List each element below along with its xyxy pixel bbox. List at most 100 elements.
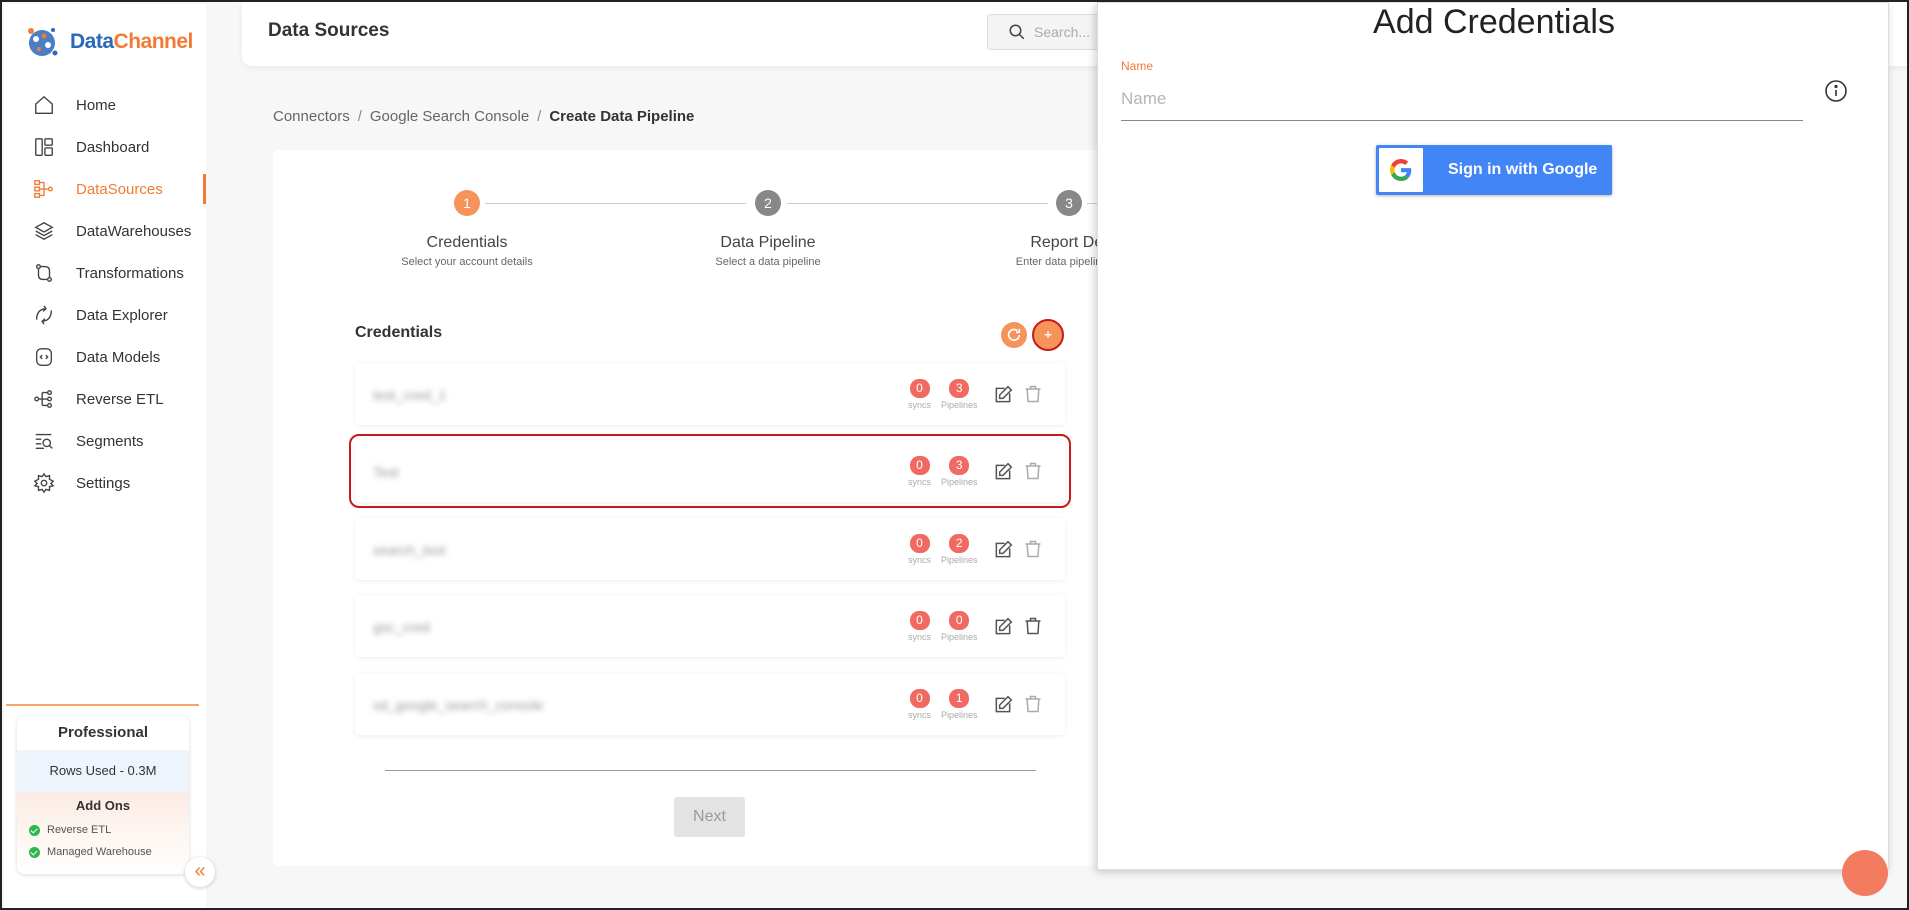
- layers-icon: [32, 219, 56, 243]
- syncs-count: 0 syncs: [908, 534, 931, 565]
- pipelines-count: 3 Pipelines: [941, 456, 978, 487]
- sidebar-item-datasources[interactable]: DataSources: [4, 168, 206, 210]
- addon-label: Reverse ETL: [47, 824, 112, 836]
- info-icon[interactable]: [1824, 79, 1848, 108]
- pipelines-count: 3 Pipelines: [941, 379, 978, 410]
- edit-icon[interactable]: [993, 540, 1013, 565]
- trash-icon[interactable]: [1023, 538, 1043, 565]
- add-credentials-drawer: Add Credentials Name Sign in with Google: [1097, 2, 1889, 870]
- gear-icon: [32, 471, 56, 495]
- trash-icon[interactable]: [1023, 615, 1043, 642]
- models-icon: [32, 345, 56, 369]
- sidebar-item-home[interactable]: Home: [4, 84, 206, 126]
- credential-row[interactable]: search_test 0 syncs 2 Pipelines: [355, 518, 1065, 580]
- syncs-label: syncs: [908, 632, 932, 642]
- check-icon: [29, 846, 40, 858]
- credential-name: search_test: [373, 542, 446, 558]
- breadcrumb-connectors[interactable]: Connectors: [273, 108, 350, 125]
- next-button[interactable]: Next: [674, 797, 745, 837]
- pipelines-badge: 3: [949, 456, 970, 475]
- plan-card: Professional Rows Used - 0.3M Add Ons Re…: [17, 716, 189, 874]
- home-icon: [32, 93, 56, 117]
- step-number: 3: [1056, 190, 1082, 216]
- page-title: Data Sources: [268, 20, 390, 41]
- sidebar-item-settings[interactable]: Settings: [4, 462, 206, 504]
- brand-name-part1: Data: [70, 30, 114, 53]
- step-number: 1: [454, 190, 480, 216]
- footer-divider: [385, 770, 1036, 771]
- pipelines-label: Pipelines: [941, 632, 978, 642]
- brand-name-part2: Channel: [113, 30, 194, 53]
- step-title: Credentials: [426, 234, 508, 251]
- syncs-label: syncs: [908, 710, 932, 720]
- sidebar-item-reverse-etl[interactable]: Reverse ETL: [4, 378, 206, 420]
- edit-icon[interactable]: [993, 695, 1013, 720]
- pipelines-label: Pipelines: [941, 710, 978, 720]
- name-field[interactable]: [1121, 77, 1803, 121]
- sidebar-item-label: Transformations: [76, 264, 184, 282]
- rows-used: Rows Used - 0.3M: [17, 750, 189, 792]
- sidebar-item-label: DataWarehouses: [76, 222, 192, 240]
- step-data-pipeline[interactable]: 2 Data Pipeline Select a data pipeline: [668, 190, 868, 268]
- segments-icon: [32, 429, 56, 453]
- step-credentials[interactable]: 1 Credentials Select your account detail…: [367, 190, 567, 268]
- explorer-icon: [32, 303, 56, 327]
- search-placeholder: Search...: [1034, 24, 1091, 40]
- edit-icon[interactable]: [993, 385, 1013, 410]
- trash-icon[interactable]: [1023, 383, 1043, 410]
- breadcrumb: Connectors / Google Search Console / Cre…: [273, 108, 694, 125]
- syncs-label: syncs: [908, 477, 932, 487]
- collapse-sidebar-button[interactable]: «: [185, 857, 215, 887]
- sidebar-item-transformations[interactable]: Transformations: [4, 252, 206, 294]
- sidebar-item-label: Data Models: [76, 348, 161, 366]
- pipelines-badge: 1: [949, 689, 970, 708]
- drawer-title: Add Credentials: [1373, 3, 1615, 41]
- sidebar-item-label: Segments: [76, 432, 144, 450]
- credential-name: Test: [373, 464, 399, 480]
- syncs-badge: 0: [909, 379, 930, 398]
- sidebar-item-data-explorer[interactable]: Data Explorer: [4, 294, 206, 336]
- sidebar-item-dashboard[interactable]: Dashboard: [4, 126, 206, 168]
- step-title: Data Pipeline: [720, 234, 816, 251]
- reverse-etl-icon: [32, 387, 56, 411]
- credential-row[interactable]: gsc_cred 0 syncs 0 Pipelines: [355, 595, 1065, 657]
- edit-icon[interactable]: [993, 462, 1013, 487]
- credential-row[interactable]: test_cred_1 0 syncs 3 Pipelines: [355, 363, 1065, 425]
- syncs-count: 0 syncs: [908, 379, 931, 410]
- plan-title: Professional: [57, 724, 149, 741]
- chat-button[interactable]: [1842, 850, 1888, 896]
- sidebar-item-datawarehouses[interactable]: DataWarehouses: [4, 210, 206, 252]
- credential-row[interactable]: sd_google_search_console 0 syncs 1 Pipelines: [355, 673, 1065, 735]
- sign-in-with-google-button[interactable]: Sign in with Google: [1376, 145, 1612, 195]
- sidebar-item-data-models[interactable]: Data Models: [4, 336, 206, 378]
- pipelines-badge: 3: [949, 379, 970, 398]
- credential-name: test_cred_1: [373, 387, 447, 403]
- addon-item: Reverse ETL: [17, 819, 189, 841]
- sidebar-nav: Home Dashboard DataSources DataWarehouse…: [4, 84, 206, 504]
- name-label: Name: [1121, 59, 1154, 73]
- app-frame: DataChannel Home Dashboard DataSources D…: [0, 0, 1909, 910]
- sidebar-item-label: Dashboard: [76, 138, 150, 156]
- logo[interactable]: DataChannel: [22, 22, 193, 62]
- sidebar-item-label: Home: [76, 96, 117, 114]
- datasources-icon: [32, 177, 56, 201]
- search-icon: [1009, 24, 1025, 40]
- breadcrumb-google-search-console[interactable]: Google Search Console: [370, 108, 529, 125]
- syncs-label: syncs: [908, 400, 932, 410]
- sidebar: DataChannel Home Dashboard DataSources D…: [4, 4, 206, 908]
- pipelines-label: Pipelines: [941, 400, 978, 410]
- logo-icon: [22, 22, 62, 62]
- sidebar-item-segments[interactable]: Segments: [4, 420, 206, 462]
- syncs-label: syncs: [908, 555, 932, 565]
- addons-title: Add Ons: [75, 798, 131, 813]
- pipelines-count: 0 Pipelines: [941, 611, 978, 642]
- refresh-button[interactable]: [1001, 322, 1027, 348]
- trash-icon[interactable]: [1023, 460, 1043, 487]
- transform-icon: [32, 261, 56, 285]
- addon-label: Managed Warehouse: [47, 846, 152, 858]
- pipelines-label: Pipelines: [941, 477, 978, 487]
- credential-row[interactable]: Test 0 syncs 3 Pipelines: [349, 434, 1071, 508]
- add-credential-button[interactable]: +: [1032, 319, 1064, 351]
- edit-icon[interactable]: [993, 617, 1013, 642]
- trash-icon[interactable]: [1023, 693, 1043, 720]
